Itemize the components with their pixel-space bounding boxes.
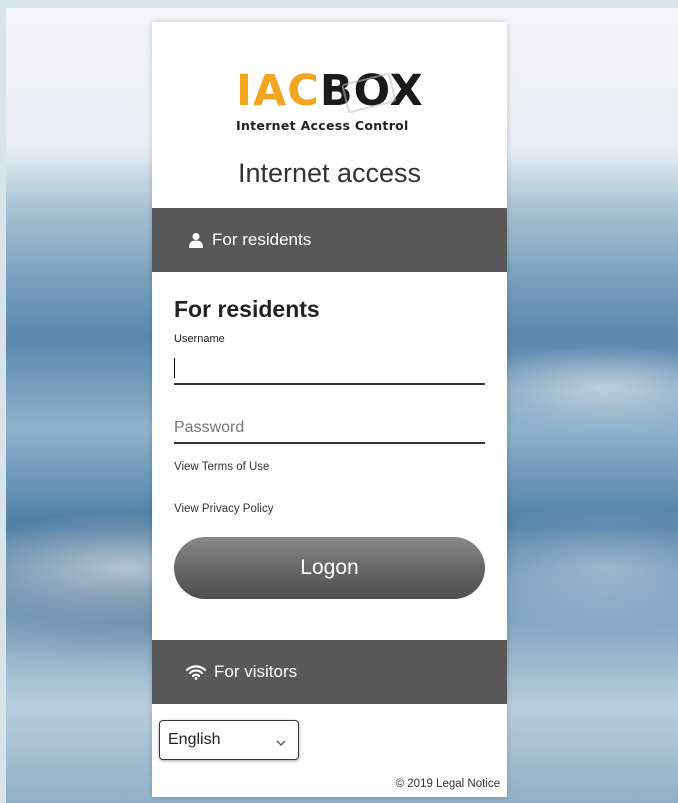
residents-form-title: For residents <box>174 296 320 322</box>
legal-notice-link[interactable]: © 2019 Legal Notice <box>396 778 500 790</box>
iacbox-logo: IACBOX Internet Access Control <box>236 68 436 138</box>
username-input[interactable] <box>174 355 485 385</box>
page-title: Internet access <box>237 158 422 188</box>
text-caret <box>174 358 175 378</box>
logo-iac-text: IAC <box>236 66 320 116</box>
visitors-header-label: For visitors <box>214 662 298 681</box>
terms-of-use-link[interactable]: View Terms of Use <box>174 461 269 473</box>
language-select[interactable]: English <box>159 720 299 760</box>
wifi-icon <box>186 662 206 682</box>
username-label: Username <box>174 333 225 345</box>
visitors-section-header[interactable]: For visitors <box>152 640 507 704</box>
privacy-policy-link[interactable]: View Privacy Policy <box>174 503 274 515</box>
password-input[interactable] <box>174 414 485 444</box>
residents-header-label: For residents <box>212 230 312 249</box>
residents-section-header[interactable]: For residents <box>152 208 507 272</box>
chevron-down-icon <box>276 731 286 750</box>
logo-tagline: Internet Access Control <box>236 118 409 133</box>
login-card: IACBOX Internet Access Control Internet … <box>152 22 507 797</box>
language-selected-value: English <box>168 731 221 748</box>
logo-wordmark: IACBOX <box>236 68 424 114</box>
logon-button[interactable]: Logon <box>174 537 485 599</box>
user-icon <box>186 230 206 250</box>
